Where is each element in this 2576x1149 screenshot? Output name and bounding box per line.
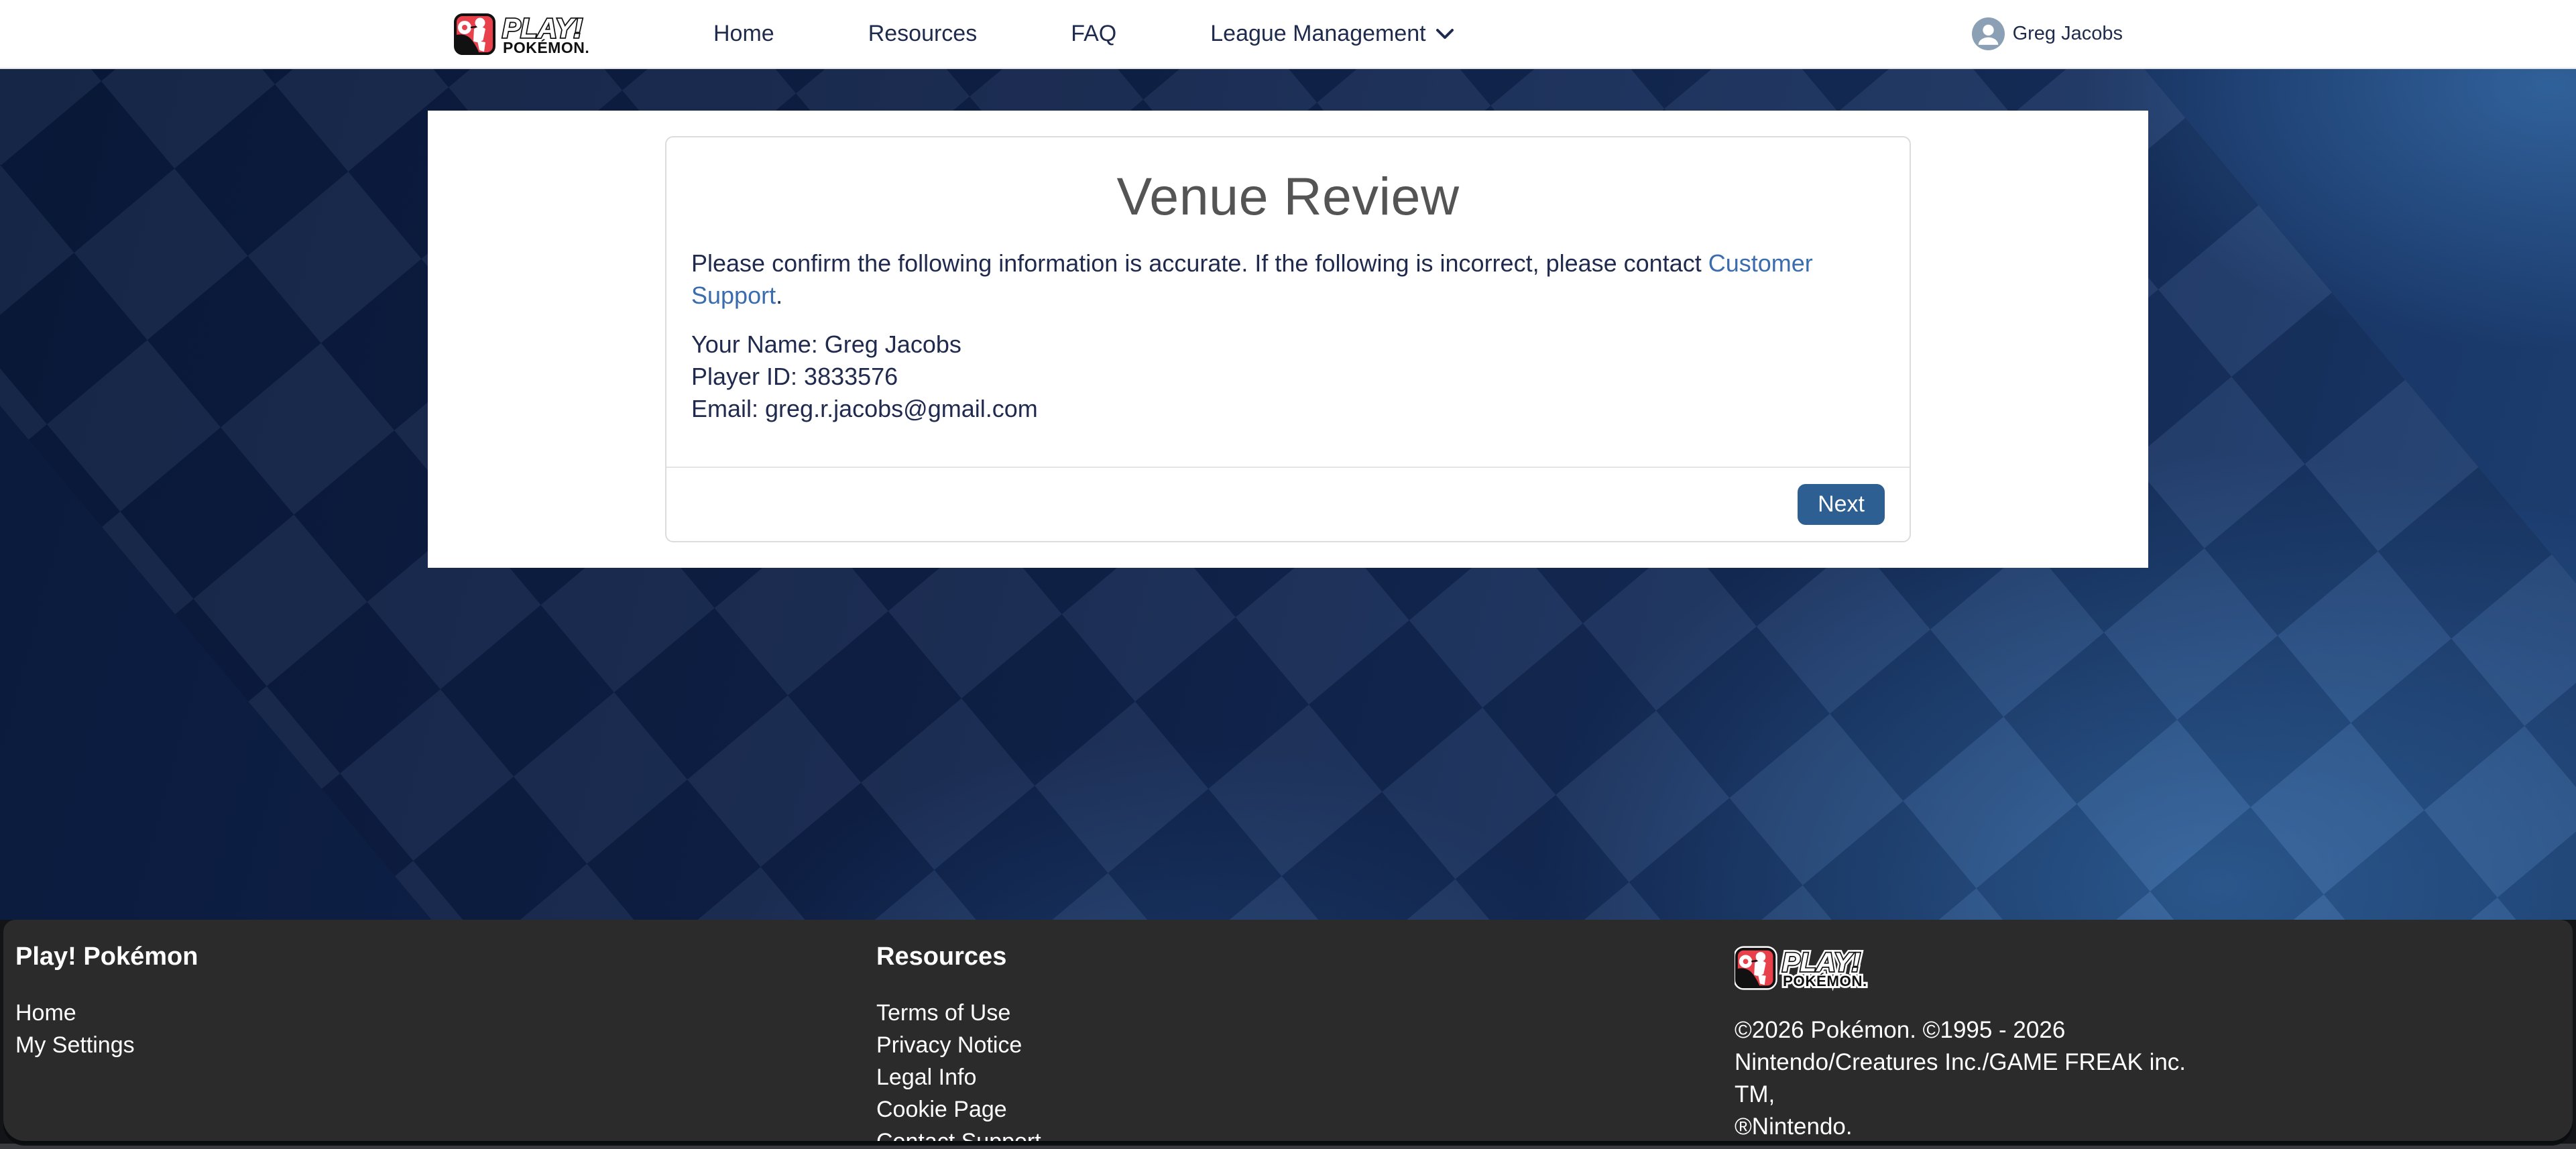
footer-link-cookie-page[interactable]: Cookie Page xyxy=(876,1093,1735,1126)
footer-heading-resources: Resources xyxy=(876,943,1735,971)
top-navigation-inner: PLAY! POKÉMON. Home Resources FAQ League… xyxy=(453,0,2123,68)
footer-link-legal-info[interactable]: Legal Info xyxy=(876,1061,1735,1093)
footer-area: Play! Pokémon Home My Settings Resources… xyxy=(0,920,2576,1149)
copyright-notice: ©2026 Pokémon. ©1995 - 2026 Nintendo/Cre… xyxy=(1735,1014,2217,1141)
footer-link-home[interactable]: Home xyxy=(15,997,876,1029)
nav-link-league-management[interactable]: League Management xyxy=(1210,21,1454,47)
user-avatar-icon xyxy=(1972,17,2005,50)
footer-under-edge xyxy=(0,1144,2576,1149)
footer: Play! Pokémon Home My Settings Resources… xyxy=(3,920,2573,1141)
nav-link-faq[interactable]: FAQ xyxy=(1071,21,1116,47)
player-info-block: Your Name: Greg Jacobs Player ID: 383357… xyxy=(691,328,1885,425)
footer-column-play-pokemon: Play! Pokémon Home My Settings xyxy=(15,943,876,1141)
footer-link-privacy-notice[interactable]: Privacy Notice xyxy=(876,1029,1735,1061)
player-name-line: Your Name: Greg Jacobs xyxy=(691,328,1885,361)
content-wrapper: Venue Review Please confirm the followin… xyxy=(428,111,2148,568)
user-account-chip[interactable]: Greg Jacobs xyxy=(1972,17,2123,50)
footer-link-terms-of-use[interactable]: Terms of Use xyxy=(876,997,1735,1029)
card-footer: Next xyxy=(666,468,1910,541)
play-pokemon-logo-icon: PLAY! POKÉMON. xyxy=(453,13,654,56)
footer-logo-pokemon-text: POKÉMON. xyxy=(1783,973,1867,989)
logo-pokemon-text: POKÉMON. xyxy=(503,38,589,56)
page: PLAY! POKÉMON. Home Resources FAQ League… xyxy=(0,0,2576,1149)
copyright-line: Nintendo/Creatures Inc./GAME FREAK inc. … xyxy=(1735,1046,2217,1111)
main-background: Venue Review Please confirm the followin… xyxy=(0,69,2576,920)
footer-play-pokemon-logo-icon: PLAY! PLAY! POKÉMON. POKÉMON. xyxy=(1735,943,1930,993)
venue-review-card-body: Venue Review Please confirm the followin… xyxy=(666,137,1910,467)
footer-column-legal: PLAY! PLAY! POKÉMON. POKÉMON. ©2026 Poké… xyxy=(1735,943,2217,1141)
user-name-label: Greg Jacobs xyxy=(2013,23,2123,45)
footer-heading-play-pokemon: Play! Pokémon xyxy=(15,943,876,971)
page-title: Venue Review xyxy=(691,166,1885,227)
top-navigation-bar: PLAY! POKÉMON. Home Resources FAQ League… xyxy=(0,0,2576,69)
next-button[interactable]: Next xyxy=(1798,484,1885,525)
play-pokemon-logo[interactable]: PLAY! POKÉMON. xyxy=(453,13,654,56)
player-id-line: Player ID: 3833576 xyxy=(691,361,1885,393)
nav-link-home[interactable]: Home xyxy=(713,21,774,47)
footer-link-contact-support[interactable]: Contact Support xyxy=(876,1126,1735,1141)
chevron-down-icon xyxy=(1436,28,1454,40)
copyright-line: ©2026 Pokémon. ©1995 - 2026 xyxy=(1735,1014,2217,1046)
primary-nav: Home Resources FAQ League Management xyxy=(713,21,1454,47)
player-email-line: Email: greg.r.jacobs@gmail.com xyxy=(691,393,1885,425)
footer-link-my-settings[interactable]: My Settings xyxy=(15,1029,876,1061)
confirmation-instructions: Please confirm the following information… xyxy=(691,247,1885,311)
copyright-line: ®Nintendo. xyxy=(1735,1111,2217,1141)
footer-column-resources: Resources Terms of Use Privacy Notice Le… xyxy=(876,943,1735,1141)
footer-inner: Play! Pokémon Home My Settings Resources… xyxy=(3,920,2573,1141)
nav-link-resources[interactable]: Resources xyxy=(868,21,978,47)
venue-review-card: Venue Review Please confirm the followin… xyxy=(665,136,1911,542)
